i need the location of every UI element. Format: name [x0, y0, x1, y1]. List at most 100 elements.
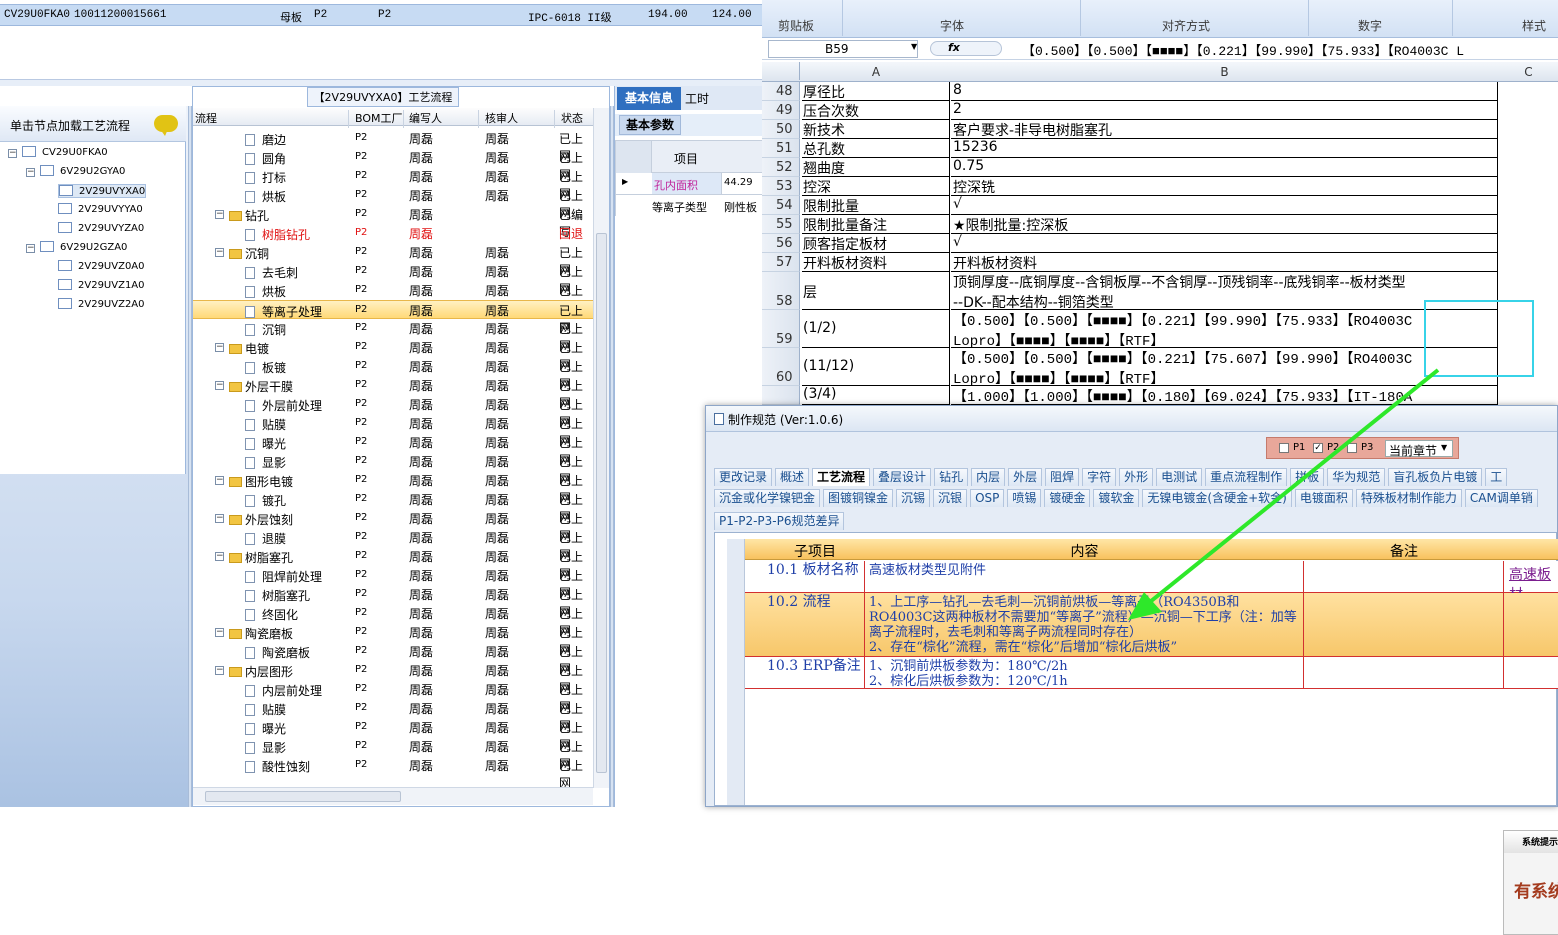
tree-node[interactable]: 2V29UVZ1A0	[58, 279, 145, 291]
collapse-icon[interactable]: −	[215, 628, 224, 637]
collapse-icon[interactable]: −	[215, 248, 224, 257]
cell-a[interactable]: 厚径比	[802, 82, 950, 101]
process-row[interactable]: 镀孔 P2 周磊 周磊 已上网	[193, 490, 593, 524]
collapse-icon[interactable]: −	[26, 244, 35, 253]
process-row[interactable]: 内层图形 − P2 周磊 周磊 已上网	[193, 661, 593, 695]
process-row[interactable]: 烘板P2周磊周磊已上网	[193, 281, 593, 315]
row-number[interactable]: 56	[762, 234, 800, 253]
tree-node[interactable]: 6V29U2GYA0	[40, 165, 125, 177]
process-row[interactable]: 电镀 − P2 周磊 周磊 已上网	[193, 338, 593, 372]
spec-tab[interactable]: 图镀铜镍金	[823, 489, 894, 507]
scroll-thumb[interactable]	[596, 233, 607, 773]
col-header-c[interactable]: C	[1499, 65, 1558, 79]
collapse-icon[interactable]: −	[8, 149, 17, 158]
cell-a[interactable]: 层	[802, 272, 950, 310]
tree-node[interactable]: CV29U0FKA0	[22, 146, 108, 158]
row-number[interactable]: 53	[762, 177, 800, 196]
process-row[interactable]: 沉铜 − P2 周磊 周磊 已上网	[193, 243, 593, 277]
spec-tab[interactable]: 工	[1485, 468, 1508, 486]
process-row[interactable]: 退膜 P2 周磊 周磊 已上网	[193, 528, 593, 562]
collapse-icon[interactable]: −	[26, 168, 35, 177]
process-row[interactable]: 打标 P2 周磊 周磊 已上网	[193, 167, 593, 201]
process-row[interactable]: 等离子处理 P2 周磊 周磊 已上网	[193, 300, 593, 335]
col-status[interactable]: 状态	[561, 110, 583, 126]
process-row[interactable]: 磨边 P2 周磊 周磊 已上网	[193, 129, 593, 163]
spec-tab[interactable]: 外层	[1008, 468, 1043, 486]
process-row[interactable]: 曝光 P2 周磊 周磊 已上网	[193, 433, 593, 467]
process-row[interactable]: 圆角 P2 周磊 周磊 已上网	[193, 148, 593, 182]
process-row[interactable]: 陶瓷磨板 − P2 周磊 周磊 已上网	[193, 623, 593, 657]
spec-tab[interactable]: 钻孔	[934, 468, 969, 486]
process-row[interactable]: 外层蚀刻 − P2 周磊 周磊 已上网	[193, 509, 593, 543]
process-row[interactable]: 外层干膜 − P2 周磊 周磊 已上网	[193, 376, 593, 410]
process-row[interactable]: 去毛刺 P2 周磊 周磊 已上网	[193, 262, 593, 296]
process-row[interactable]: 树脂塞孔 P2 周磊 周磊 已上网	[193, 585, 593, 619]
spec-tab[interactable]: 沉锡	[896, 489, 931, 507]
process-row[interactable]: 板镀 P2 周磊 周磊 已上网	[193, 357, 593, 391]
tree-node[interactable]: 2V29UVZ0A0	[58, 260, 145, 272]
spec-tab[interactable]: OSP	[970, 489, 1005, 507]
cell-a[interactable]: 顾客指定板材	[802, 234, 950, 253]
col-process[interactable]: 流程	[195, 110, 217, 126]
col-reviewer[interactable]: 核审人	[485, 110, 518, 126]
cell-a[interactable]: 限制批量备注	[802, 215, 950, 234]
cell-b[interactable]: √	[951, 196, 1498, 215]
cell-a[interactable]: (1/2)	[802, 310, 950, 348]
basic-param-tab[interactable]: 基本参数	[615, 114, 763, 136]
cell-a[interactable]: (11/12)	[802, 348, 950, 386]
process-row[interactable]: 阻焊前处理 P2 周磊 周磊 已上网	[193, 566, 593, 600]
col-header-b[interactable]: B	[951, 65, 1498, 79]
spec-row[interactable]: 10.3 ERP备注 1、沉铜前烘板参数为：180℃/2h 2、棕化后烘板参数为：…	[745, 657, 1558, 689]
process-vertical-scrollbar[interactable]	[593, 108, 609, 788]
tab-work-hours[interactable]: 工时	[685, 90, 709, 107]
param-value[interactable]: 44.29	[724, 177, 753, 188]
process-row[interactable]: 陶瓷磨板 P2 周磊 周磊 已上网	[193, 642, 593, 676]
process-row[interactable]: 显影 P2 周磊 周磊 已上网	[193, 737, 593, 771]
process-row[interactable]: 烘板P2周磊周磊已上网	[193, 186, 593, 220]
process-row[interactable]: 终固化 P2 周磊 周磊 已上网	[193, 604, 593, 638]
spec-tab[interactable]: 工艺流程	[812, 468, 871, 486]
scroll-thumb[interactable]	[205, 791, 401, 802]
tree-node[interactable]: 2V29UVYYA0	[58, 203, 143, 215]
cell-b[interactable]: 控深铣	[951, 177, 1498, 196]
row-number[interactable]: 49	[762, 101, 800, 120]
cell-a[interactable]: 新技术	[802, 120, 950, 139]
formula-zoom-slider[interactable]	[930, 41, 1002, 56]
spec-tab[interactable]: 阻焊	[1045, 468, 1080, 486]
tree-node[interactable]: 6V29U2GZA0	[40, 241, 127, 253]
collapse-icon[interactable]: −	[215, 666, 224, 675]
process-row[interactable]: 显影 P2 周磊 周磊 已上网	[193, 452, 593, 486]
row-number[interactable]: 55	[762, 215, 800, 234]
cell-b[interactable]: √	[951, 234, 1498, 253]
row-number[interactable]: 51	[762, 139, 800, 158]
process-row[interactable]: 酸性蚀刻 P2 周磊 周磊 已上网	[193, 756, 593, 790]
collapse-icon[interactable]: −	[215, 343, 224, 352]
param-row[interactable]: ▶ 孔内面积 44.29	[616, 173, 764, 195]
row-number[interactable]	[762, 386, 800, 405]
fx-icon[interactable]: fx	[948, 41, 960, 54]
collapse-icon[interactable]: −	[215, 381, 224, 390]
collapse-icon[interactable]: −	[215, 210, 224, 219]
ribbon-group-styles[interactable]: 样式	[1522, 17, 1546, 34]
cell-a[interactable]: 压合次数	[802, 101, 950, 120]
process-row[interactable]: 贴膜 P2 周磊 周磊 已上网	[193, 699, 593, 733]
tree-node[interactable]: 2V29UVYZA0	[58, 222, 144, 234]
col-header-a[interactable]: A	[802, 65, 950, 79]
chevron-down-icon[interactable]: ▼	[911, 42, 917, 51]
spec-tab[interactable]: CAM调单销	[1464, 489, 1538, 507]
process-horizontal-scrollbar[interactable]	[193, 787, 593, 805]
spec-tab[interactable]: 内层	[971, 468, 1006, 486]
collapse-icon[interactable]: −	[215, 552, 224, 561]
row-number[interactable]: 59	[762, 310, 800, 348]
cell-a[interactable]: 总孔数	[802, 139, 950, 158]
process-row[interactable]: 沉铜 P2 周磊 周磊 已上网	[193, 319, 593, 353]
col-writer[interactable]: 编写人	[409, 110, 442, 126]
cell-a[interactable]: 限制批量	[802, 196, 950, 215]
row-number[interactable]: 48	[762, 82, 800, 101]
ribbon-group-align[interactable]: 对齐方式	[1162, 17, 1210, 34]
order-row-selected[interactable]: CV29U0FKA0 10011200015661 母板 P2 P2 IPC-6…	[0, 4, 762, 26]
cell-a[interactable]: (3/4)	[802, 386, 950, 405]
spec-tab[interactable]: 更改记录	[714, 468, 773, 486]
cell-b[interactable]: 2	[951, 101, 1498, 120]
cell-b[interactable]: 8	[951, 82, 1498, 101]
